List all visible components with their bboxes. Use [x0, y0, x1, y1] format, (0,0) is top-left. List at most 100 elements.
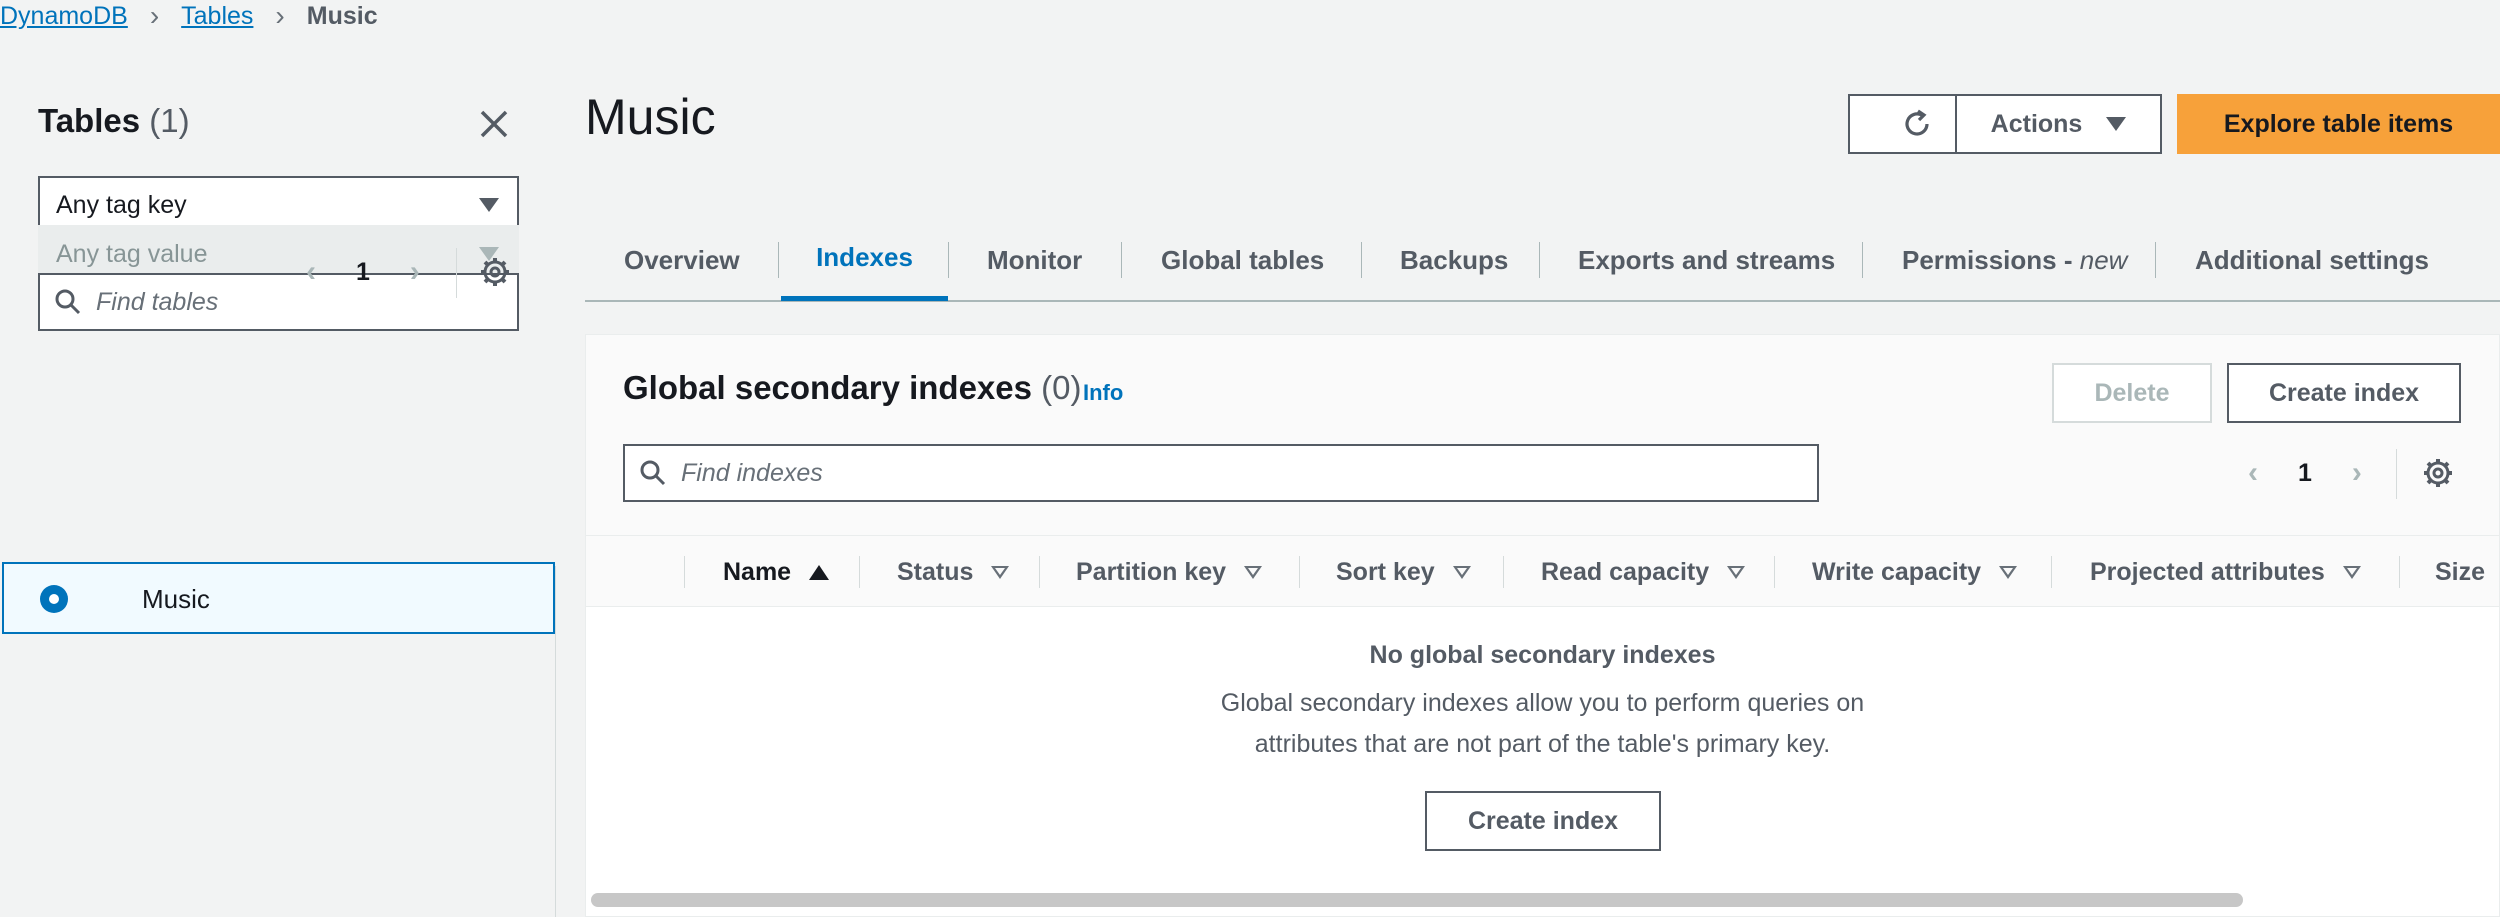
delete-label: Delete — [2094, 378, 2170, 407]
empty-state-line: Global secondary indexes allow you to pe… — [1220, 689, 1865, 717]
breadcrumb-current: Music — [306, 1, 378, 30]
sidebar-preferences-button[interactable] — [479, 256, 511, 293]
sidebar-table-count: (1) — [149, 102, 190, 139]
index-preferences-button[interactable] — [2422, 457, 2454, 494]
sidebar-title-text: Tables — [38, 102, 141, 139]
chevron-right-icon[interactable]: › — [410, 255, 420, 289]
tab-divider — [778, 242, 779, 278]
index-count: (0) — [1041, 369, 1082, 406]
column-divider — [1039, 556, 1040, 588]
chevron-right-icon: › — [149, 0, 160, 31]
column-divider — [684, 556, 685, 588]
column-header-sort-key[interactable]: Sort key — [1336, 536, 1471, 608]
tab-additional-settings[interactable]: Additional settings — [2195, 218, 2429, 302]
chevron-left-icon[interactable]: ‹ — [306, 255, 316, 289]
gear-icon — [481, 258, 509, 286]
caret-down-icon — [479, 198, 499, 212]
tab-divider — [948, 242, 949, 278]
column-header-projected-attributes[interactable]: Projected attributes — [2090, 536, 2361, 608]
explore-label: Explore table items — [2223, 109, 2454, 138]
tables-sidebar: Tables (1) Any tag key Any tag value Fin… — [0, 66, 556, 917]
tag-value-select-value: Any tag value — [56, 239, 208, 268]
find-indexes-placeholder: Find indexes — [681, 458, 823, 487]
find-tables-input[interactable]: Find tables — [38, 273, 519, 331]
column-header-size[interactable]: Size — [2435, 536, 2485, 608]
column-header-status[interactable]: Status — [897, 536, 1010, 608]
table-row-name[interactable]: Music — [142, 584, 210, 615]
info-link[interactable]: Info — [1083, 380, 1123, 406]
column-header-read-capacity[interactable]: Read capacity — [1541, 536, 1746, 608]
column-header-write-capacity[interactable]: Write capacity — [1812, 536, 2018, 608]
table-row[interactable]: Music — [2, 562, 555, 634]
gear-icon — [2424, 459, 2452, 487]
column-label: Partition key — [1076, 557, 1227, 586]
index-page-number[interactable]: 1 — [2298, 459, 2312, 488]
column-label: Name — [723, 557, 792, 586]
tab-divider — [1121, 242, 1122, 278]
chevron-right-icon[interactable]: › — [2352, 456, 2362, 490]
divider — [2396, 449, 2397, 499]
sidebar-pagination: ‹ 1 › — [306, 254, 420, 290]
empty-create-index-button[interactable]: Create index — [1425, 791, 1661, 851]
tab-overview[interactable]: Overview — [624, 218, 740, 302]
find-tables-placeholder: Find tables — [96, 287, 219, 316]
column-label: Write capacity — [1812, 557, 1982, 586]
tab-permissions-label: Permissions - — [1902, 244, 2080, 275]
column-divider — [1774, 556, 1775, 588]
column-label: Sort key — [1336, 557, 1435, 586]
table-select-radio[interactable] — [40, 585, 68, 613]
close-sidebar-button[interactable] — [476, 106, 512, 142]
breadcrumb-tables-link[interactable]: Tables — [181, 2, 253, 31]
tab-divider — [1361, 242, 1362, 278]
sort-icon — [2342, 565, 2361, 579]
sidebar-page-number[interactable]: 1 — [356, 258, 370, 287]
breadcrumb-dynamodb-link[interactable]: DynamoDB — [0, 2, 128, 31]
sort-icon — [1452, 565, 1471, 579]
column-label: Size — [2435, 557, 2486, 586]
tab-monitor[interactable]: Monitor — [987, 218, 1082, 302]
create-index-label: Create index — [1467, 806, 1619, 835]
column-label: Read capacity — [1541, 557, 1710, 586]
index-pagination: ‹ 1 › — [2248, 455, 2362, 491]
sort-icon — [1727, 565, 1746, 579]
tab-permissions[interactable]: Permissions - new — [1902, 218, 2127, 302]
actions-dropdown-button[interactable]: Actions — [1955, 94, 2162, 154]
column-divider — [1299, 556, 1300, 588]
horizontal-scrollbar[interactable] — [591, 893, 2243, 907]
create-index-label: Create index — [2268, 378, 2420, 407]
tab-global-tables[interactable]: Global tables — [1161, 218, 1324, 302]
find-indexes-input[interactable]: Find indexes — [623, 444, 1819, 502]
tab-divider — [1862, 242, 1863, 278]
panel-title: Global secondary indexes (0) — [623, 369, 1082, 407]
actions-label: Actions — [1990, 109, 2083, 138]
new-badge: new — [2079, 244, 2128, 275]
page-title: Music — [585, 89, 716, 145]
chevron-left-icon[interactable]: ‹ — [2248, 456, 2258, 490]
column-divider — [859, 556, 860, 588]
sidebar-title: Tables (1) — [38, 102, 190, 140]
table-header-row: Name Status Partition key Sort key Read … — [586, 535, 2499, 607]
close-icon — [480, 110, 508, 138]
caret-down-icon — [2106, 117, 2127, 131]
tab-exports-and-streams[interactable]: Exports and streams — [1578, 218, 1835, 302]
table-tabs: Overview Indexes Monitor Global tables B… — [585, 218, 2500, 302]
explore-table-items-button[interactable]: Explore table items — [2177, 94, 2500, 154]
create-index-button[interactable]: Create index — [2227, 363, 2461, 423]
column-divider — [1503, 556, 1504, 588]
tab-divider — [1539, 242, 1540, 278]
empty-state-line: attributes that are not part of the tabl… — [1254, 730, 1831, 758]
divider — [456, 248, 457, 298]
search-icon — [640, 460, 666, 486]
column-divider — [2399, 556, 2400, 588]
breadcrumb: DynamoDB › Tables › Music — [0, 0, 378, 32]
delete-index-button: Delete — [2052, 363, 2212, 423]
column-header-name[interactable]: Name — [723, 536, 830, 608]
column-label: Status — [897, 557, 974, 586]
sort-icon — [991, 565, 1010, 579]
sidebar-panel: Tables (1) Any tag key Any tag value Fin… — [0, 66, 556, 566]
tab-backups[interactable]: Backups — [1400, 218, 1508, 302]
column-header-partition-key[interactable]: Partition key — [1076, 536, 1263, 608]
sort-icon — [1244, 565, 1263, 579]
tab-indexes[interactable]: Indexes — [781, 218, 948, 301]
column-divider — [2051, 556, 2052, 588]
